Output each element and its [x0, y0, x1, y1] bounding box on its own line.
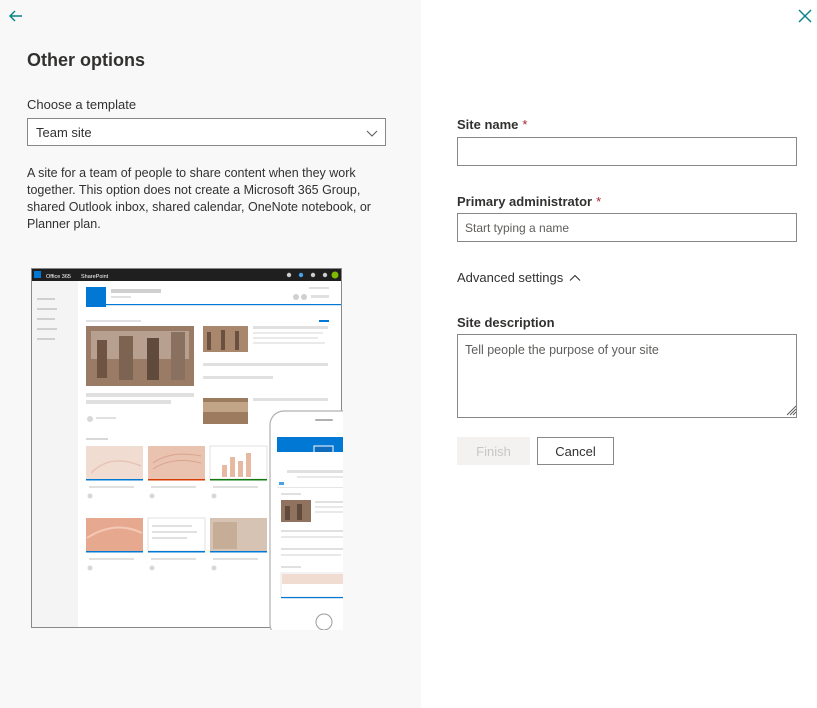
- site-details-form: Site name* Primary administrator* Advanc…: [421, 0, 817, 708]
- suite-brand-text: Office 365: [46, 274, 71, 280]
- advanced-settings-label: Advanced settings: [457, 270, 564, 285]
- template-selected-value: Team site: [36, 125, 92, 140]
- primary-admin-label-text: Primary administrator: [457, 194, 593, 209]
- finish-button[interactable]: Finish: [457, 437, 530, 465]
- cancel-button[interactable]: Cancel: [537, 437, 614, 465]
- required-asterisk: *: [522, 117, 528, 132]
- template-pane: Other options Choose a template Team sit…: [0, 0, 421, 708]
- site-name-input[interactable]: [457, 137, 797, 166]
- page-title: Other options: [27, 50, 145, 70]
- site-description-textarea[interactable]: [457, 334, 797, 418]
- advanced-settings-toggle[interactable]: Advanced settings: [457, 270, 581, 285]
- required-asterisk: *: [596, 194, 602, 209]
- template-dropdown[interactable]: Team site: [27, 118, 386, 146]
- chevron-up-icon: [569, 274, 581, 281]
- primary-admin-label: Primary administrator *: [457, 194, 601, 209]
- template-preview-image: Office 365 SharePoint: [31, 268, 343, 630]
- back-arrow-icon[interactable]: [6, 6, 26, 26]
- site-description-label: Site description: [457, 315, 555, 330]
- site-name-label-text: Site name: [457, 117, 519, 132]
- app-name-text: SharePoint: [81, 274, 109, 280]
- template-label: Choose a template: [27, 97, 137, 112]
- chevron-down-icon: [366, 130, 378, 137]
- template-description: A site for a team of people to share con…: [27, 166, 371, 231]
- site-name-label: Site name *: [457, 117, 527, 132]
- close-icon[interactable]: [795, 6, 815, 26]
- primary-admin-input[interactable]: [457, 213, 797, 242]
